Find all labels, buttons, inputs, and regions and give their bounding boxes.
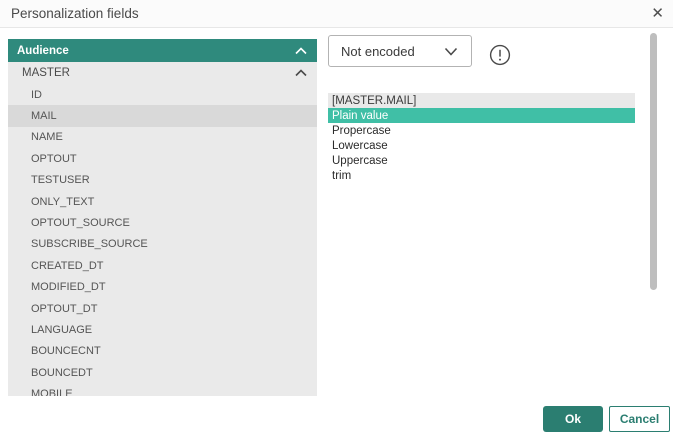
field-row-only-text[interactable]: ONLY_TEXT — [8, 191, 317, 212]
field-row-mobile[interactable]: MOBILE — [8, 383, 317, 396]
field-row-name[interactable]: NAME — [8, 127, 317, 148]
field-row-id[interactable]: ID — [8, 84, 317, 105]
format-option-trim[interactable]: trim — [328, 168, 635, 183]
format-option-plain-value[interactable]: Plain value — [328, 108, 635, 123]
dialog-titlebar: Personalization fields ✕ — [0, 0, 673, 28]
field-row-subscribe-source[interactable]: SUBSCRIBE_SOURCE — [8, 234, 317, 255]
audience-field-panel: Audience MASTER ID MAIL NAME OPTOUT TEST… — [8, 39, 317, 396]
format-option-uppercase[interactable]: Uppercase — [328, 153, 635, 168]
field-row-mail[interactable]: MAIL — [8, 105, 317, 126]
audience-section-header[interactable]: Audience — [8, 39, 317, 62]
cancel-button[interactable]: Cancel — [609, 406, 670, 432]
personalization-fields-dialog: Personalization fields ✕ Audience MASTER… — [0, 0, 673, 438]
field-row-testuser[interactable]: TESTUSER — [8, 170, 317, 191]
format-option-propercase[interactable]: Propercase — [328, 123, 635, 138]
group-row-master[interactable]: MASTER — [8, 62, 317, 84]
encoding-dropdown-value: Not encoded — [341, 44, 415, 59]
selected-field-token: [MASTER.MAIL] — [328, 93, 635, 108]
dialog-title: Personalization fields — [11, 6, 139, 21]
field-row-bouncecnt[interactable]: BOUNCECNT — [8, 341, 317, 362]
format-options-list: [MASTER.MAIL] Plain value Propercase Low… — [328, 93, 635, 183]
field-row-bouncedt[interactable]: BOUNCEDT — [8, 362, 317, 383]
ok-button[interactable]: Ok — [543, 406, 603, 432]
chevron-up-icon — [295, 47, 307, 55]
field-row-optout-dt[interactable]: OPTOUT_DT — [8, 298, 317, 319]
vertical-scrollbar-thumb[interactable] — [650, 33, 657, 290]
chevron-down-icon — [444, 47, 458, 56]
field-row-optout[interactable]: OPTOUT — [8, 148, 317, 169]
field-row-created-dt[interactable]: CREATED_DT — [8, 255, 317, 276]
encoding-dropdown[interactable]: Not encoded — [328, 35, 472, 67]
field-row-modified-dt[interactable]: MODIFIED_DT — [8, 277, 317, 298]
close-icon[interactable]: ✕ — [649, 3, 666, 25]
group-master-label: MASTER — [22, 67, 70, 79]
audience-section-label: Audience — [17, 45, 69, 57]
chevron-up-icon — [295, 69, 307, 77]
warning-exclamation-icon[interactable] — [489, 44, 511, 66]
field-row-optout-source[interactable]: OPTOUT_SOURCE — [8, 212, 317, 233]
field-row-language[interactable]: LANGUAGE — [8, 319, 317, 340]
format-option-lowercase[interactable]: Lowercase — [328, 138, 635, 153]
